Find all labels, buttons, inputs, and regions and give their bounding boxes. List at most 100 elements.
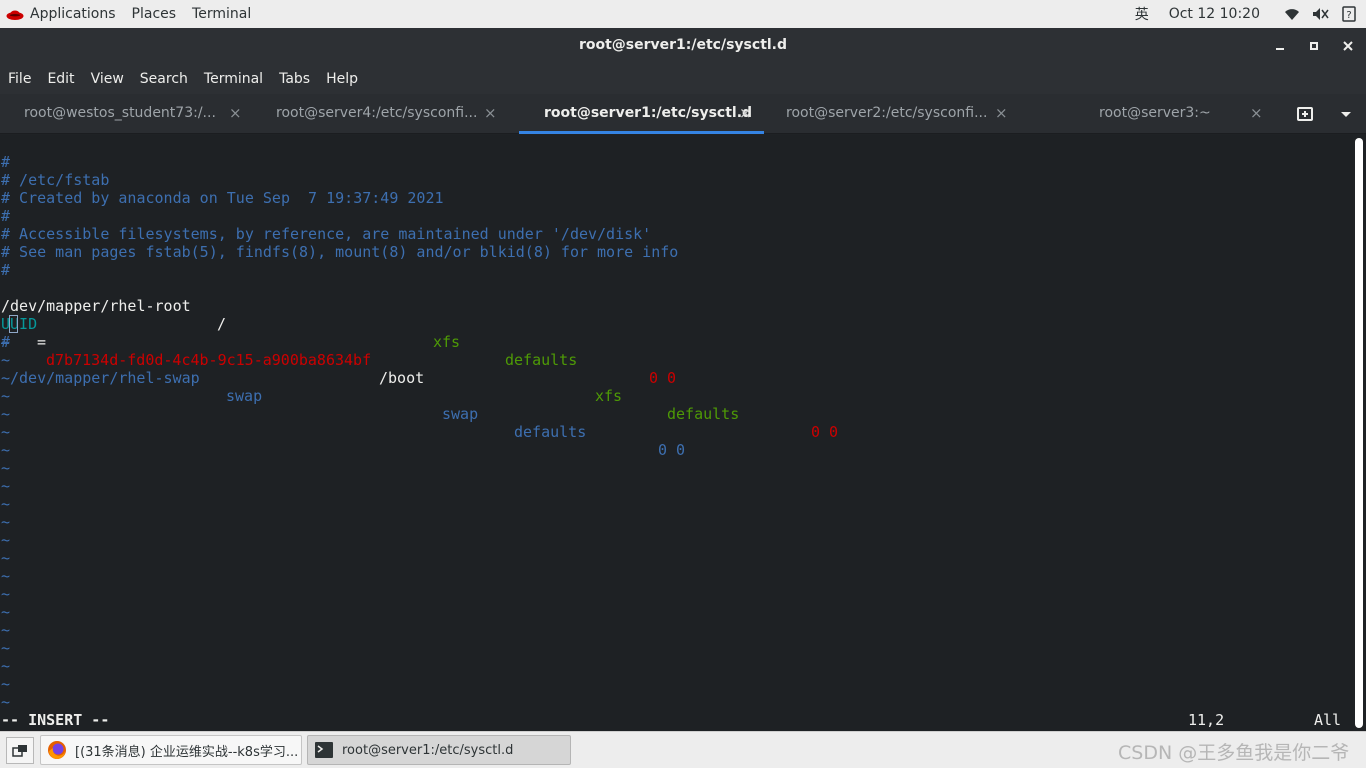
tilde-line: ~ — [1, 441, 11, 459]
tilde-line: ~ — [1, 657, 11, 675]
csdn-watermark: CSDN @王多鱼我是你二爷 — [1118, 742, 1350, 764]
accessibility-icon[interactable]: ? — [1336, 0, 1366, 28]
root-dump-pass: 0 0 — [649, 369, 677, 387]
task-firefox[interactable]: [(31条消息) 企业运维实战--k8s学习... — [40, 735, 302, 765]
tilde-line: ~ — [1, 603, 11, 621]
tab-close-icon[interactable]: × — [995, 104, 1008, 122]
terminal-icon — [315, 742, 333, 758]
root-mountpoint: / — [217, 315, 227, 333]
maximize-button[interactable] — [1302, 34, 1326, 58]
tab-server2[interactable]: root@server2:/etc/sysconfi... × — [764, 94, 1022, 134]
applications-label: Applications — [30, 6, 116, 22]
tilde-line: ~ — [1, 351, 11, 369]
svg-text:?: ? — [1346, 10, 1351, 21]
menu-terminal[interactable]: Terminal — [196, 64, 271, 94]
top-panel: Applications Places Terminal 英 Oct 12 10… — [0, 0, 1366, 28]
tilde-line: ~ — [1, 585, 11, 603]
minimize-button[interactable] — [1268, 34, 1292, 58]
menu-file[interactable]: File — [0, 64, 39, 94]
tab-bar: root@westos_student73:/... × root@server… — [0, 94, 1366, 134]
tab-close-icon[interactable]: × — [484, 104, 497, 122]
volume-icon[interactable] — [1306, 0, 1336, 28]
menu-bar: File Edit View Search Terminal Tabs Help — [0, 64, 1366, 94]
tilde-line: ~ — [1, 477, 11, 495]
fstab-comment-line: # /etc/fstab — [1, 171, 110, 189]
places-menu[interactable]: Places — [124, 0, 185, 28]
tab-label: root@server1:/etc/sysctl.d — [544, 105, 753, 121]
tab-label: root@server4:/etc/sysconfi... — [276, 105, 478, 121]
redhat-logo-icon — [6, 10, 24, 20]
active-tab-indicator — [519, 131, 764, 134]
show-desktop-icon — [12, 744, 27, 757]
terminal-view[interactable]: # # /etc/fstab # Created by anaconda on … — [0, 135, 1353, 731]
menu-view[interactable]: View — [83, 64, 132, 94]
applications-menu[interactable]: Applications — [0, 0, 124, 28]
menu-help[interactable]: Help — [318, 64, 366, 94]
fstab-comment-line: # Accessible filesystems, by reference, … — [1, 225, 652, 243]
boot-fstype: xfs — [595, 387, 623, 405]
window-title: root@server1:/etc/sysctl.d — [578, 37, 788, 53]
uuid-value: d7b7134d-fd0d-4c4b-9c15-a900ba8634bf — [46, 351, 372, 369]
new-tab-button[interactable] — [1296, 104, 1316, 124]
maximize-icon — [1310, 42, 1318, 50]
tilde-line: ~ — [1, 495, 11, 513]
tilde-line: ~ — [1, 693, 11, 711]
wifi-icon[interactable] — [1278, 0, 1306, 28]
fstab-comment-line: # Created by anaconda on Tue Sep 7 19:37… — [1, 189, 444, 207]
fstab-comment-line: # See man pages fstab(5), findfs(8), mou… — [1, 243, 679, 261]
clock-label: Oct 12 10:20 — [1168, 6, 1260, 22]
tab-label: root@server2:/etc/sysconfi... — [786, 105, 988, 121]
fstab-comment-line: # — [1, 261, 11, 279]
boot-dump-pass: 0 0 — [811, 423, 839, 441]
close-window-button[interactable] — [1336, 34, 1360, 58]
tilde-line: ~ — [1, 333, 11, 351]
show-desktop-button[interactable] — [6, 737, 34, 764]
tab-close-icon[interactable]: × — [739, 104, 752, 122]
terminal-app-menu[interactable]: Terminal — [184, 0, 259, 28]
clock[interactable]: Oct 12 10:20 — [1163, 0, 1266, 28]
root-options: defaults — [505, 351, 578, 369]
boot-options: defaults — [667, 405, 740, 423]
tab-label: root@westos_student73:/... — [24, 105, 216, 121]
boot-mountpoint: /boot — [379, 369, 425, 387]
input-method-indicator[interactable]: 英 — [1129, 0, 1155, 28]
close-icon — [1343, 41, 1353, 51]
task-label: [(31条消息) 企业运维实战--k8s学习... — [75, 744, 297, 760]
tilde-line: ~ — [1, 549, 11, 567]
fstab-root-entry: /dev/mapper/rhel-root / xfs defaults 0 0 — [1, 279, 676, 387]
tab-close-icon[interactable]: × — [1250, 104, 1263, 122]
tilde-line: ~ — [1, 459, 11, 477]
firefox-icon — [48, 741, 66, 759]
menu-search[interactable]: Search — [132, 64, 196, 94]
tilde-line: ~ — [1, 675, 11, 693]
window-list-bar: [(31条消息) 企业运维实战--k8s学习... root@server1:/… — [0, 731, 1366, 768]
tab-westos-student73[interactable]: root@westos_student73:/... × — [0, 94, 258, 134]
tab-server1[interactable]: root@server1:/etc/sysctl.d × — [519, 94, 764, 134]
swap-mountpoint: swap — [226, 387, 263, 405]
uuid-equals: = — [37, 333, 47, 351]
tab-server4[interactable]: root@server4:/etc/sysconfi... × — [258, 94, 518, 134]
tilde-line: ~ — [1, 567, 11, 585]
text-cursor — [9, 315, 18, 333]
task-terminal[interactable]: root@server1:/etc/sysctl.d — [307, 735, 571, 765]
tab-list-button[interactable] — [1336, 104, 1356, 124]
fstab-comment-line: # — [1, 207, 11, 225]
fstab-boot-entry: UUID = d7b7134d-fd0d-4c4b-9c15-a900ba863… — [1, 297, 838, 441]
vim-mode-indicator: -- INSERT -- — [1, 711, 110, 729]
tab-server3[interactable]: root@server3:~ × — [1022, 94, 1270, 134]
menu-edit[interactable]: Edit — [39, 64, 82, 94]
terminal-app-label: Terminal — [192, 6, 252, 22]
input-method-label: 英 — [1134, 7, 1149, 23]
window-titlebar[interactable]: root@server1:/etc/sysctl.d — [0, 28, 1366, 64]
task-label: root@server1:/etc/sysctl.d — [342, 742, 514, 758]
tab-close-icon[interactable]: × — [229, 104, 242, 122]
new-tab-icon — [1297, 107, 1313, 121]
tilde-line: ~ — [1, 531, 11, 549]
terminal-scrollbar[interactable] — [1355, 138, 1363, 728]
tilde-line: ~ — [1, 369, 11, 387]
tab-label: root@server3:~ — [1099, 105, 1211, 121]
scroll-indicator: All — [1314, 711, 1342, 729]
menu-tabs[interactable]: Tabs — [271, 64, 318, 94]
tilde-line: ~ — [1, 387, 11, 405]
tilde-line: ~ — [1, 621, 11, 639]
